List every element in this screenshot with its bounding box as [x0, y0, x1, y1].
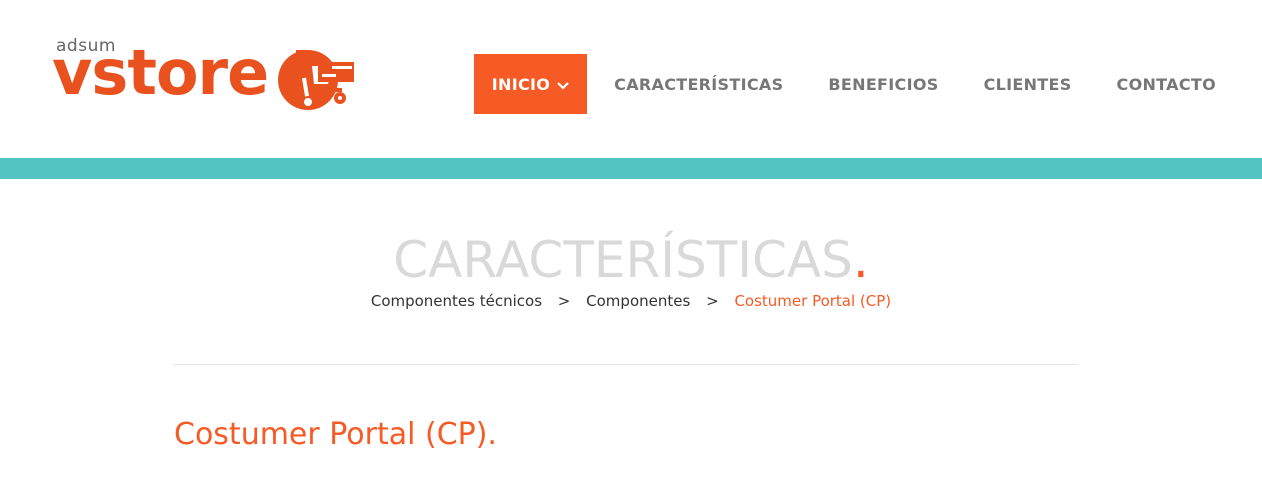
nav-item-clientes[interactable]: CLIENTES	[966, 54, 1090, 114]
nav-item-beneficios[interactable]: BENEFICIOS	[810, 54, 956, 114]
shopping-cart-icon	[274, 44, 362, 119]
section-title: Costumer Portal (CP).	[174, 417, 497, 452]
page-title: CARACTERÍSTICAS.	[0, 228, 1262, 292]
chevron-down-icon	[557, 75, 569, 94]
header-divider-bar	[0, 158, 1262, 179]
nav-item-inicio[interactable]: INICIO	[473, 54, 588, 114]
nav-item-label: CONTACTO	[1116, 74, 1216, 94]
nav-item-contacto[interactable]: CONTACTO	[1099, 54, 1234, 114]
nav-item-label: BENEFICIOS	[828, 74, 939, 94]
breadcrumb-separator: >	[706, 292, 719, 310]
breadcrumb-current: Costumer Portal (CP)	[734, 292, 892, 310]
main-navigation: INICIO CARACTERÍSTICAS BENEFICIOS CLIENT…	[473, 54, 1234, 114]
nav-item-label: INICIO	[491, 74, 551, 94]
content-divider	[173, 364, 1078, 365]
logo-brand-text: vstore	[52, 36, 269, 109]
page-title-text: CARACTERÍSTICAS	[393, 231, 853, 289]
breadcrumb-item-componentes[interactable]: Componentes	[586, 292, 690, 310]
page-title-dot: .	[852, 231, 869, 289]
nav-item-label: CLIENTES	[983, 74, 1072, 94]
nav-item-caracteristicas[interactable]: CARACTERÍSTICAS	[596, 54, 801, 114]
breadcrumb-separator: >	[557, 292, 571, 310]
breadcrumb: Componentes técnicos > Componentes > Cos…	[0, 290, 1262, 312]
breadcrumb-item-componentes-tecnicos[interactable]: Componentes técnicos	[371, 292, 542, 310]
nav-item-label: CARACTERÍSTICAS	[614, 74, 784, 94]
brand-logo[interactable]: adsum vstore	[52, 36, 362, 116]
